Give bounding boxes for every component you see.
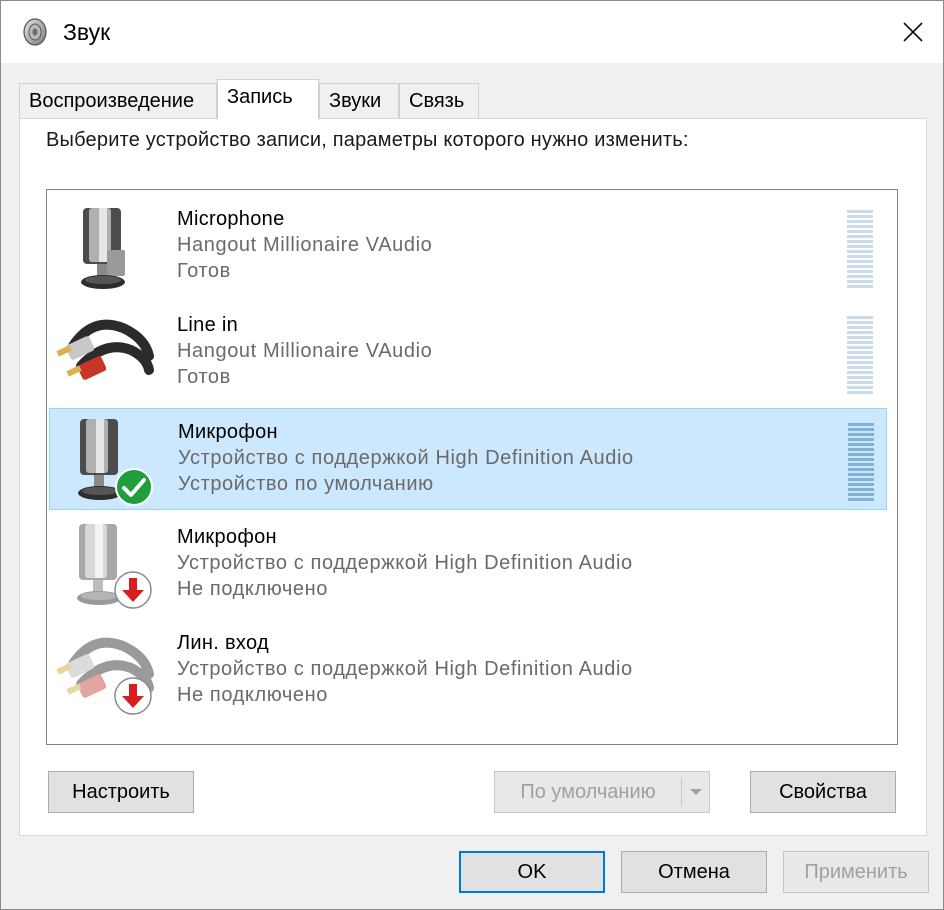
recording-tab-panel: Выберите устройство записи, параметры ко… — [19, 118, 927, 836]
level-meter — [847, 316, 873, 394]
device-item-microphone-hd-default[interactable]: Микрофон Устройство с поддержкой High De… — [49, 408, 887, 510]
device-status: Не подключено — [177, 684, 329, 706]
close-icon — [903, 22, 923, 42]
speaker-icon — [23, 18, 47, 46]
device-description: Hangout Millionaire VAudio — [177, 234, 433, 256]
device-name: Микрофон — [178, 421, 278, 443]
set-default-dropdown[interactable] — [683, 772, 709, 812]
set-default-button[interactable]: По умолчанию — [494, 771, 710, 813]
device-name: Line in — [177, 314, 239, 336]
device-status: Не подключено — [177, 578, 329, 600]
tab-communications[interactable]: Связь — [399, 83, 479, 119]
apply-button[interactable]: Применить — [783, 851, 929, 893]
configure-button[interactable]: Настроить — [48, 771, 194, 813]
level-meter — [847, 210, 873, 288]
device-description: Устройство с поддержкой High Definition … — [178, 447, 634, 469]
device-status: Устройство по умолчанию — [178, 473, 434, 495]
disconnected-arrow-icon — [114, 571, 152, 609]
split-divider — [681, 778, 682, 806]
set-default-label: По умолчанию — [520, 780, 656, 803]
title-bar[interactable]: Звук — [1, 1, 943, 63]
tab-sounds[interactable]: Звуки — [319, 83, 399, 119]
properties-button[interactable]: Свойства — [750, 771, 896, 813]
device-item-microphone[interactable]: Microphone Hangout Millionaire VAudio Го… — [49, 196, 887, 298]
chevron-down-icon — [690, 789, 702, 795]
tab-recording[interactable]: Запись — [217, 79, 319, 120]
microphone-icon — [81, 208, 125, 289]
device-description: Устройство с поддержкой High Definition … — [177, 658, 633, 680]
device-name: Microphone — [177, 208, 285, 230]
level-meter — [848, 423, 874, 501]
device-status: Готов — [177, 260, 231, 282]
line-in-cable-icon — [56, 319, 154, 380]
instruction-text: Выберите устройство записи, параметры ко… — [46, 129, 689, 151]
device-description: Устройство с поддержкой High Definition … — [177, 552, 633, 574]
cancel-button[interactable]: Отмена — [621, 851, 767, 893]
default-check-icon — [115, 468, 153, 506]
tab-playback[interactable]: Воспроизведение — [19, 83, 217, 119]
sound-dialog: Звук Воспроизведение Запись Звуки Связь … — [0, 0, 944, 910]
device-status: Готов — [177, 366, 231, 388]
ok-button[interactable]: OK — [459, 851, 605, 893]
disconnected-arrow-icon — [114, 677, 152, 715]
device-list[interactable]: Microphone Hangout Millionaire VAudio Го… — [46, 189, 898, 745]
device-description: Hangout Millionaire VAudio — [177, 340, 433, 362]
device-item-microphone-hd-disconnected[interactable]: Микрофон Устройство с поддержкой High De… — [49, 514, 887, 616]
window-title: Звук — [63, 19, 111, 45]
device-name: Лин. вход — [177, 632, 269, 654]
device-item-line-in-hd-disconnected[interactable]: Лин. вход Устройство с поддержкой High D… — [49, 620, 887, 722]
device-item-line-in[interactable]: Line in Hangout Millionaire VAudio Готов — [49, 302, 887, 404]
close-button[interactable] — [883, 1, 943, 63]
device-name: Микрофон — [177, 526, 277, 548]
